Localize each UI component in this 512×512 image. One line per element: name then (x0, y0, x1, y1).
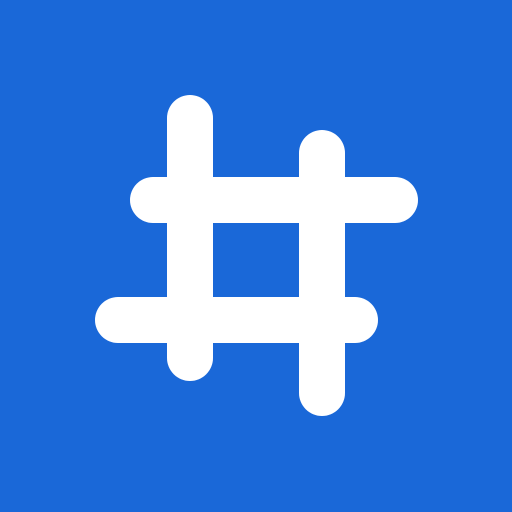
hashtag-icon (95, 95, 418, 416)
app-icon (0, 0, 512, 512)
